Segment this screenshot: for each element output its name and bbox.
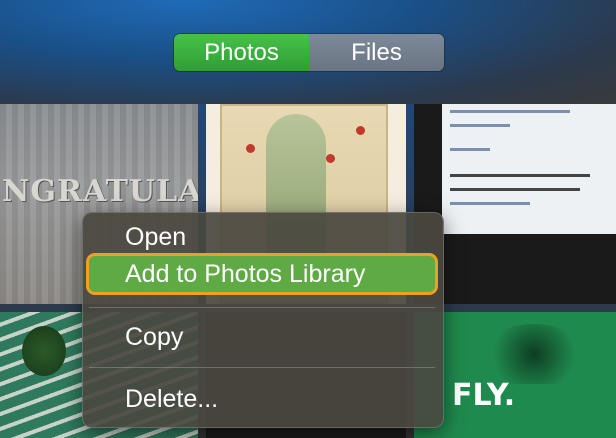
tab-photos[interactable]: Photos bbox=[174, 34, 309, 71]
thumbnail-flower bbox=[326, 154, 335, 163]
thumbnail-text-line bbox=[450, 202, 530, 205]
thumbnail-eagle bbox=[484, 324, 584, 384]
photos-files-segmented-control: Photos Files bbox=[174, 34, 444, 71]
thumbnail-fly-text: FLY. bbox=[452, 378, 516, 413]
thumbnail-text-line bbox=[450, 148, 490, 151]
context-menu: Open Add to Photos Library Copy Delete..… bbox=[82, 212, 444, 428]
menu-item-copy[interactable]: Copy bbox=[89, 319, 435, 355]
thumbnail-holly-leaf bbox=[22, 326, 66, 376]
thumbnail-text-line bbox=[450, 110, 570, 113]
thumbnail-text-line bbox=[450, 174, 590, 177]
photo-thumbnail-eagles-shirt[interactable]: FLY. bbox=[414, 312, 616, 438]
thumbnail-screen bbox=[442, 104, 616, 234]
menu-separator bbox=[89, 367, 435, 368]
thumbnail-text-line bbox=[450, 124, 510, 127]
thumbnail-flower bbox=[356, 126, 365, 135]
menu-separator bbox=[89, 307, 435, 308]
menu-item-add-to-photos-library[interactable]: Add to Photos Library bbox=[89, 256, 435, 292]
photo-thumbnail-screenshot[interactable] bbox=[414, 104, 616, 304]
menu-item-delete[interactable]: Delete... bbox=[89, 381, 435, 417]
menu-item-open[interactable]: Open bbox=[89, 219, 435, 255]
thumbnail-flower bbox=[246, 144, 255, 153]
tab-files[interactable]: Files bbox=[309, 34, 444, 71]
thumbnail-text-line bbox=[450, 188, 580, 191]
thumbnail-sign-text: NGRATULATIC bbox=[2, 174, 198, 209]
